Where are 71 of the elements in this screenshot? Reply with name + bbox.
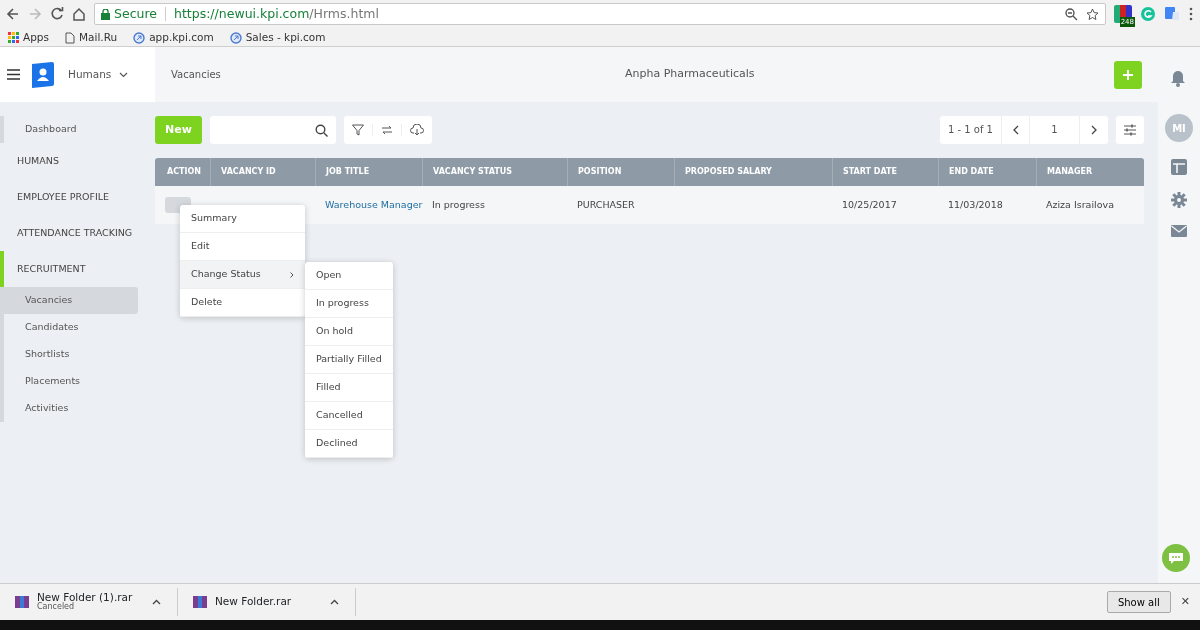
- show-all-button[interactable]: Show all: [1106, 591, 1171, 613]
- table-cell-text: 11/03/2018: [948, 197, 1003, 212]
- module-switcher[interactable]: Humans: [68, 66, 129, 83]
- sidebar-item[interactable]: Vacancies: [4, 287, 138, 314]
- table-cell-text: In progress: [432, 197, 485, 212]
- bookmark[interactable]: Sales - kpi.com: [245, 29, 326, 46]
- home-icon[interactable]: [72, 7, 86, 21]
- lock-icon: [101, 8, 110, 20]
- sidebar-item[interactable]: Activities: [4, 395, 155, 422]
- table-cell-text: PURCHASER: [577, 197, 635, 212]
- menu-item[interactable]: Filled: [305, 374, 393, 402]
- menu-item[interactable]: In progress: [305, 290, 393, 318]
- company-name: Anpha Pharmaceuticals: [625, 66, 755, 83]
- sidebar-item[interactable]: Candidates: [4, 314, 155, 341]
- archive-icon: [193, 596, 207, 608]
- menu-item[interactable]: Declined: [305, 430, 393, 458]
- job-title-link[interactable]: Warehouse Manager: [325, 197, 423, 213]
- translate-icon[interactable]: [1164, 6, 1180, 22]
- breadcrumb[interactable]: Vacancies: [171, 67, 221, 82]
- url-text[interactable]: https://newui.kpi.com/Hrms.html: [174, 4, 379, 24]
- search-field[interactable]: [210, 116, 336, 144]
- sidebar-section[interactable]: ATTENDANCE TRACKING: [0, 215, 155, 251]
- plus-icon: [1122, 68, 1134, 81]
- sidebar-section[interactable]: HUMANS: [0, 143, 155, 179]
- bookmark[interactable]: app.kpi.com: [149, 29, 214, 46]
- reload-icon[interactable]: [50, 7, 64, 21]
- sidebar-item[interactable]: Shortlists: [4, 341, 155, 368]
- sidebar-section[interactable]: EMPLOYEE PROFILE: [0, 179, 155, 215]
- chevron-left-icon[interactable]: [1012, 125, 1019, 135]
- link-icon: [229, 31, 242, 44]
- close-button[interactable]: ✕: [1180, 593, 1190, 611]
- bookmark[interactable]: Apps: [23, 29, 49, 46]
- back-icon[interactable]: [6, 7, 20, 21]
- download-name[interactable]: New Folder.rar: [215, 596, 292, 608]
- download-status: Canceled: [37, 603, 76, 613]
- mail-icon[interactable]: [1171, 225, 1187, 237]
- filter-icon[interactable]: [352, 124, 364, 136]
- archive-icon: [15, 596, 29, 608]
- layout-icon[interactable]: [1171, 159, 1187, 175]
- bookmark[interactable]: Mail.Ru: [79, 29, 118, 46]
- sliders-icon: [1124, 124, 1136, 136]
- sidebar-item[interactable]: Placements: [4, 368, 155, 395]
- chevron-up-icon[interactable]: [152, 599, 161, 605]
- apps-icon: [8, 32, 19, 43]
- menu-icon[interactable]: [7, 69, 20, 80]
- page-number-field[interactable]: 1: [1030, 116, 1080, 144]
- secure-label: Secure: [114, 4, 157, 23]
- chevron-right-icon[interactable]: [1091, 125, 1097, 135]
- chevron-down-icon: [119, 71, 129, 78]
- cloud-download-icon[interactable]: [410, 124, 424, 136]
- chevron-up-icon[interactable]: [330, 599, 339, 605]
- logo-icon: [32, 61, 54, 88]
- menu-item[interactable]: Partially Filled: [305, 346, 393, 374]
- zoom-icon[interactable]: [1065, 7, 1078, 21]
- menu-item[interactable]: Open: [305, 262, 393, 290]
- menu-item[interactable]: Summary: [180, 205, 305, 233]
- page-icon: [65, 31, 75, 44]
- menu-item[interactable]: Change Status: [180, 261, 305, 289]
- link-icon: [133, 31, 146, 44]
- swap-icon[interactable]: [381, 124, 393, 136]
- page-range: 1 - 1 of 1: [939, 116, 1002, 144]
- menu-item[interactable]: On hold: [305, 318, 393, 346]
- menu-item[interactable]: Cancelled: [305, 402, 393, 430]
- more-icon[interactable]: [1188, 6, 1194, 22]
- settings-sliders-button[interactable]: [1116, 116, 1144, 144]
- bell-icon[interactable]: [1170, 70, 1186, 87]
- settings-icon[interactable]: [1171, 192, 1187, 208]
- star-icon[interactable]: [1086, 7, 1099, 21]
- table-cell-text: Aziza Israilova: [1046, 197, 1114, 212]
- search-icon: [315, 123, 328, 137]
- table-cell-text: 10/25/2017: [842, 197, 897, 212]
